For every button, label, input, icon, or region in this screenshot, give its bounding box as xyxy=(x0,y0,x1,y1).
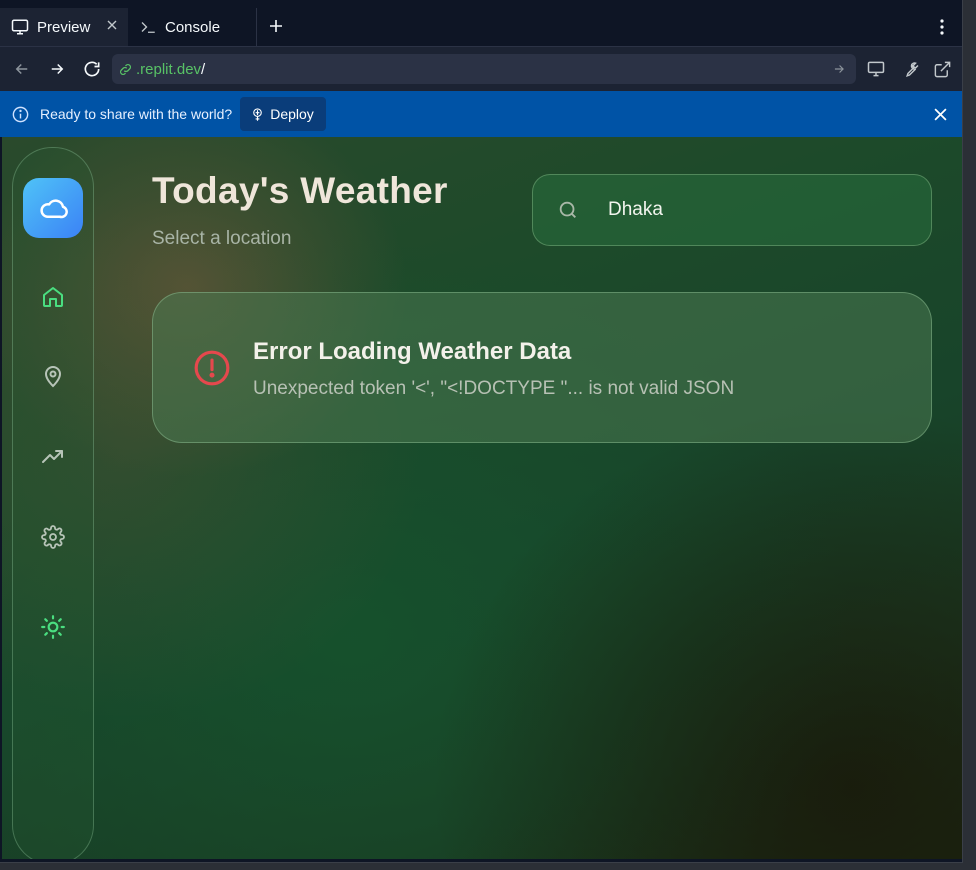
deploy-banner: Ready to share with the world? Deploy xyxy=(0,91,962,137)
search-icon xyxy=(557,199,579,221)
tab-bar: Preview Console xyxy=(0,8,962,47)
terminal-icon xyxy=(137,16,159,38)
go-arrow-icon[interactable] xyxy=(832,61,848,77)
info-icon xyxy=(10,104,30,124)
url-field[interactable]: .replit.dev / xyxy=(112,54,856,84)
more-options-icon[interactable] xyxy=(930,16,954,38)
error-card: Error Loading Weather Data Unexpected to… xyxy=(152,292,932,443)
sidebar-nav xyxy=(12,147,94,859)
sun-icon[interactable] xyxy=(40,614,66,640)
browser-frame: Preview Console .replit.dev / Ready to s… xyxy=(0,0,963,863)
tab-console[interactable]: Console xyxy=(128,8,257,46)
url-host: .replit.dev xyxy=(136,60,202,78)
back-arrow-icon[interactable] xyxy=(10,57,34,81)
page-title: Today's Weather xyxy=(152,170,448,211)
url-path: / xyxy=(201,60,206,78)
forward-arrow-icon[interactable] xyxy=(45,57,69,81)
devices-icon[interactable] xyxy=(864,57,888,81)
cloud-logo[interactable] xyxy=(23,178,83,238)
deploy-label: Deploy xyxy=(270,106,314,122)
home-icon[interactable] xyxy=(40,284,66,310)
wrench-icon[interactable] xyxy=(897,57,921,81)
tab-preview-label: Preview xyxy=(37,18,91,36)
url-toolbar: .replit.dev / xyxy=(0,47,962,91)
tab-preview[interactable]: Preview xyxy=(0,8,128,46)
tab-console-label: Console xyxy=(165,18,221,36)
location-search-field[interactable]: Dhaka xyxy=(532,174,932,246)
error-title: Error Loading Weather Data xyxy=(253,338,572,365)
map-pin-icon[interactable] xyxy=(40,364,66,390)
close-banner-icon[interactable] xyxy=(930,104,950,124)
close-tab-icon[interactable] xyxy=(104,17,120,33)
trending-up-icon[interactable] xyxy=(40,444,66,470)
deploy-icon xyxy=(250,106,266,122)
open-external-icon[interactable] xyxy=(930,57,954,81)
alert-circle-icon xyxy=(193,349,231,387)
page-subtitle: Select a location xyxy=(152,228,292,249)
weather-app: Today's Weather Select a location Dhaka … xyxy=(2,137,962,859)
new-tab-button[interactable] xyxy=(264,14,288,38)
link-icon xyxy=(118,61,134,77)
banner-message: Ready to share with the world? xyxy=(40,106,233,122)
error-message: Unexpected token '<', "<!DOCTYPE "... is… xyxy=(253,378,735,399)
search-input-value[interactable]: Dhaka xyxy=(608,199,663,221)
deploy-button[interactable]: Deploy xyxy=(240,97,326,131)
reload-icon[interactable] xyxy=(80,57,104,81)
monitor-icon xyxy=(9,16,31,38)
gear-icon[interactable] xyxy=(40,524,66,550)
